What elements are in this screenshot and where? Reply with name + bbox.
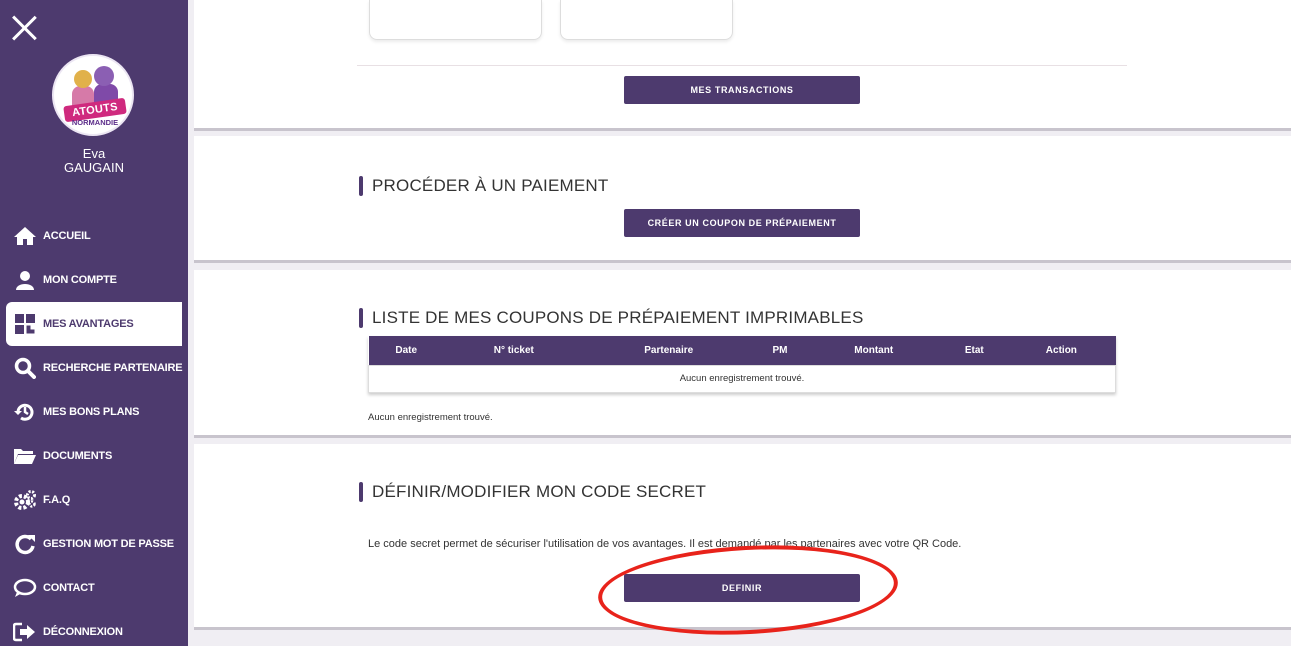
payment-section-title: PROCÉDER À UN PAIEMENT: [359, 176, 608, 196]
transactions-card: MES TRANSACTIONS: [194, 0, 1291, 131]
section-title-text: PROCÉDER À UN PAIEMENT: [372, 176, 609, 195]
empty-note: Aucun enregistrement trouvé.: [368, 412, 493, 423]
sidebar-item-label: CONTACT: [43, 582, 95, 594]
mes-transactions-button[interactable]: MES TRANSACTIONS: [624, 76, 860, 104]
sidebar-item-mes-avantages[interactable]: MES AVANTAGES: [6, 302, 182, 346]
search-icon: [12, 357, 38, 379]
coupons-section-title: LISTE DE MES COUPONS DE PRÉPAIEMENT IMPR…: [359, 308, 863, 328]
user-last-name: GAUGAIN: [64, 160, 124, 175]
column-header[interactable]: Etat: [941, 336, 1008, 365]
definir-button[interactable]: DEFINIR: [624, 574, 860, 602]
payment-card: PROCÉDER À UN PAIEMENT CRÉER UN COUPON D…: [194, 136, 1291, 263]
secret-code-section-title: DÉFINIR/MODIFIER MON CODE SECRET: [359, 482, 706, 502]
sidebar-item-gestion-mot-de-passe[interactable]: GESTION MOT DE PASSE: [0, 522, 188, 566]
column-header[interactable]: Montant: [806, 336, 942, 365]
empty-row-message: Aucun enregistrement trouvé.: [368, 364, 1116, 393]
summary-box: [560, 0, 733, 40]
table-header-row: Date N° ticket Partenaire PM Montant Eta…: [368, 336, 1116, 365]
column-header[interactable]: PM: [753, 336, 807, 365]
coupons-table: Date N° ticket Partenaire PM Montant Eta…: [368, 336, 1116, 393]
sidebar-item-recherche-partenaire[interactable]: RECHERCHE PARTENAIRE: [0, 346, 188, 390]
qr-code-icon: [12, 313, 38, 335]
create-prepaid-coupon-button[interactable]: CRÉER UN COUPON DE PRÉPAIEMENT: [624, 209, 860, 237]
sidebar: ATOUTS NORMANDIE Eva GAUGAIN ACCUEIL MON…: [0, 0, 188, 646]
sidebar-item-label: ACCUEIL: [43, 230, 91, 242]
home-icon: [12, 225, 38, 247]
logout-icon: [12, 621, 38, 643]
avatar-illustration: [72, 64, 118, 108]
title-bar: [359, 176, 363, 196]
sidebar-item-label: DÉCONNEXION: [43, 626, 123, 638]
sidebar-item-mes-bons-plans[interactable]: MES BONS PLANS: [0, 390, 188, 434]
section-title-text: LISTE DE MES COUPONS DE PRÉPAIEMENT IMPR…: [372, 308, 864, 327]
close-icon[interactable]: [10, 14, 38, 42]
title-bar: [359, 482, 363, 502]
secret-code-card: DÉFINIR/MODIFIER MON CODE SECRET Le code…: [194, 444, 1291, 630]
history-icon: [12, 401, 38, 423]
main-content: MES TRANSACTIONS PROCÉDER À UN PAIEMENT …: [188, 0, 1291, 646]
table-row: Aucun enregistrement trouvé.: [368, 364, 1116, 393]
sidebar-item-label: F.A.Q: [43, 494, 71, 506]
sidebar-item-mon-compte[interactable]: MON COMPTE: [0, 258, 188, 302]
gears-icon: [12, 489, 38, 511]
summary-box: [369, 0, 542, 40]
title-bar: [359, 308, 363, 328]
sidebar-item-label: RECHERCHE PARTENAIRE: [43, 362, 183, 374]
user-first-name: Eva: [82, 146, 106, 161]
column-header[interactable]: Action: [1007, 336, 1116, 365]
user-icon: [12, 269, 38, 291]
sidebar-item-label: MES BONS PLANS: [43, 406, 140, 418]
coupons-card: LISTE DE MES COUPONS DE PRÉPAIEMENT IMPR…: [194, 270, 1291, 438]
sidebar-nav: ACCUEIL MON COMPTE MES AVANTAGES RECHERC…: [0, 214, 188, 646]
sidebar-item-label: DOCUMENTS: [43, 450, 113, 462]
sidebar-item-accueil[interactable]: ACCUEIL: [0, 214, 188, 258]
avatar: ATOUTS NORMANDIE: [52, 54, 134, 136]
sidebar-item-label: GESTION MOT DE PASSE: [43, 538, 174, 550]
sidebar-item-faq[interactable]: F.A.Q: [0, 478, 188, 522]
section-title-text: DÉFINIR/MODIFIER MON CODE SECRET: [372, 482, 707, 501]
logo-subtext: NORMANDIE: [71, 118, 119, 127]
sidebar-item-documents[interactable]: DOCUMENTS: [0, 434, 188, 478]
sidebar-item-label: MES AVANTAGES: [43, 318, 134, 330]
sidebar-item-label: MON COMPTE: [43, 274, 117, 286]
column-header[interactable]: Date: [368, 336, 444, 365]
sidebar-item-contact[interactable]: CONTACT: [0, 566, 188, 610]
divider: [357, 65, 1127, 66]
column-header[interactable]: Partenaire: [583, 336, 754, 365]
column-header[interactable]: N° ticket: [443, 336, 584, 365]
secret-code-description: Le code secret permet de sécuriser l'uti…: [368, 538, 962, 550]
refresh-icon: [12, 533, 38, 555]
chat-icon: [12, 577, 38, 599]
sidebar-item-deconnexion[interactable]: DÉCONNEXION: [0, 610, 188, 646]
folder-icon: [12, 445, 38, 467]
